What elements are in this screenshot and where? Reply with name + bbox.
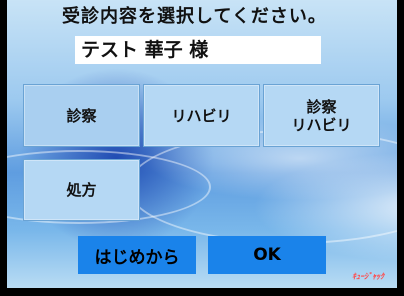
brand-logo: ｷｭｰｼﾞｬｯｸ — [352, 272, 384, 281]
page-title: 受診内容を選択してください。 — [62, 6, 327, 27]
option-label-line2: リハビリ — [291, 115, 352, 134]
patient-name-field: テスト 華子 様 — [75, 36, 321, 64]
option-prescription-button[interactable]: 処方 — [23, 159, 140, 221]
option-label: 診察 — [66, 106, 97, 125]
option-shinsatsu-rehab-button[interactable]: 診察 リハビリ — [263, 84, 380, 147]
option-label: リハビリ — [171, 106, 232, 125]
ok-button[interactable]: OK — [208, 236, 326, 274]
option-label-line1: 診察 — [306, 97, 337, 116]
option-shinsatsu-button[interactable]: 診察 — [23, 84, 140, 147]
background-swirl — [127, 130, 397, 244]
option-rehab-button[interactable]: リハビリ — [143, 84, 260, 147]
kiosk-screen: 受診内容を選択してください。 テスト 華子 様 診察 リハビリ 診察 リハビリ … — [7, 0, 397, 288]
restart-button[interactable]: はじめから — [78, 236, 196, 274]
option-label: 処方 — [66, 181, 97, 199]
